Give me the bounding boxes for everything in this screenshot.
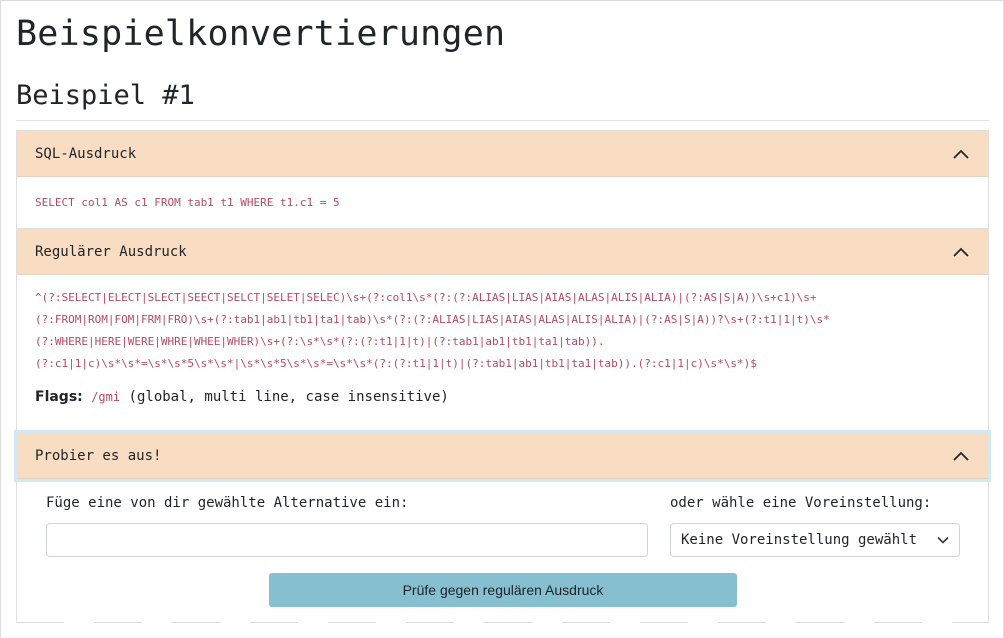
- sql-section-header[interactable]: SQL-Ausdruck: [17, 131, 988, 177]
- page-title: Beispielkonvertierungen: [16, 14, 506, 54]
- regex-line: (?:c1|1|c)\s*\s*=\s*\s*5\s*\s*|\s*\s*5\s…: [35, 357, 757, 370]
- sql-section-body: SELECT col1 AS c1 FROM tab1 t1 WHERE t1.…: [17, 177, 988, 229]
- sql-query: SELECT col1 AS c1 FROM tab1 t1 WHERE t1.…: [35, 196, 340, 209]
- alternative-input-label: Füge eine von dir gewählte Alternative e…: [46, 495, 409, 511]
- regex-line: (?:FROM|ROM|FOM|FRM|FRO)\s+(?:tab1|ab1|t…: [35, 313, 830, 326]
- regex-section-title: Regulärer Ausdruck: [35, 243, 187, 260]
- try-section-header[interactable]: Probier es aus!: [17, 433, 988, 479]
- flags-label: Flags:: [35, 389, 83, 405]
- try-section-title: Probier es aus!: [35, 447, 162, 464]
- chevron-up-icon[interactable]: [952, 243, 970, 261]
- bottom-dashed-divider: [16, 622, 989, 623]
- preset-select-label: oder wähle eine Voreinstellung:: [670, 495, 932, 511]
- alternative-input[interactable]: [46, 523, 648, 557]
- sql-section-title: SQL-Ausdruck: [35, 145, 137, 162]
- regex-section-header[interactable]: Regulärer Ausdruck: [17, 229, 988, 275]
- accordion: SQL-Ausdruck SELECT col1 AS c1 FROM tab1…: [16, 130, 989, 621]
- chevron-up-icon[interactable]: [952, 447, 970, 465]
- preset-select[interactable]: Keine Voreinstellung gewählt: [670, 523, 960, 557]
- try-section-body: Füge eine von dir gewählte Alternative e…: [17, 479, 988, 621]
- flags-value: /gmi: [91, 390, 121, 404]
- divider: [16, 120, 989, 121]
- flags-description: (global, multi line, case insensitive): [120, 389, 449, 405]
- regex-line: (?:WHERE|HERE|WERE|WHRE|WHEE|WHER)\s+(?:…: [35, 335, 605, 348]
- preset-selected-value: Keine Voreinstellung gewählt: [681, 532, 918, 548]
- regex-line: ^(?:SELECT|ELECT|SLECT|SEECT|SELCT|SELET…: [35, 291, 817, 304]
- flags-row: Flags: /gmi (global, multi line, case in…: [35, 389, 970, 405]
- regex-section-body: ^(?:SELECT|ELECT|SLECT|SEECT|SELCT|SELET…: [17, 275, 988, 433]
- check-regex-button[interactable]: Prüfe gegen regulären Ausdruck: [269, 573, 737, 607]
- example-heading: Beispiel #1: [16, 80, 195, 111]
- chevron-down-icon: [937, 532, 949, 548]
- chevron-up-icon[interactable]: [952, 145, 970, 163]
